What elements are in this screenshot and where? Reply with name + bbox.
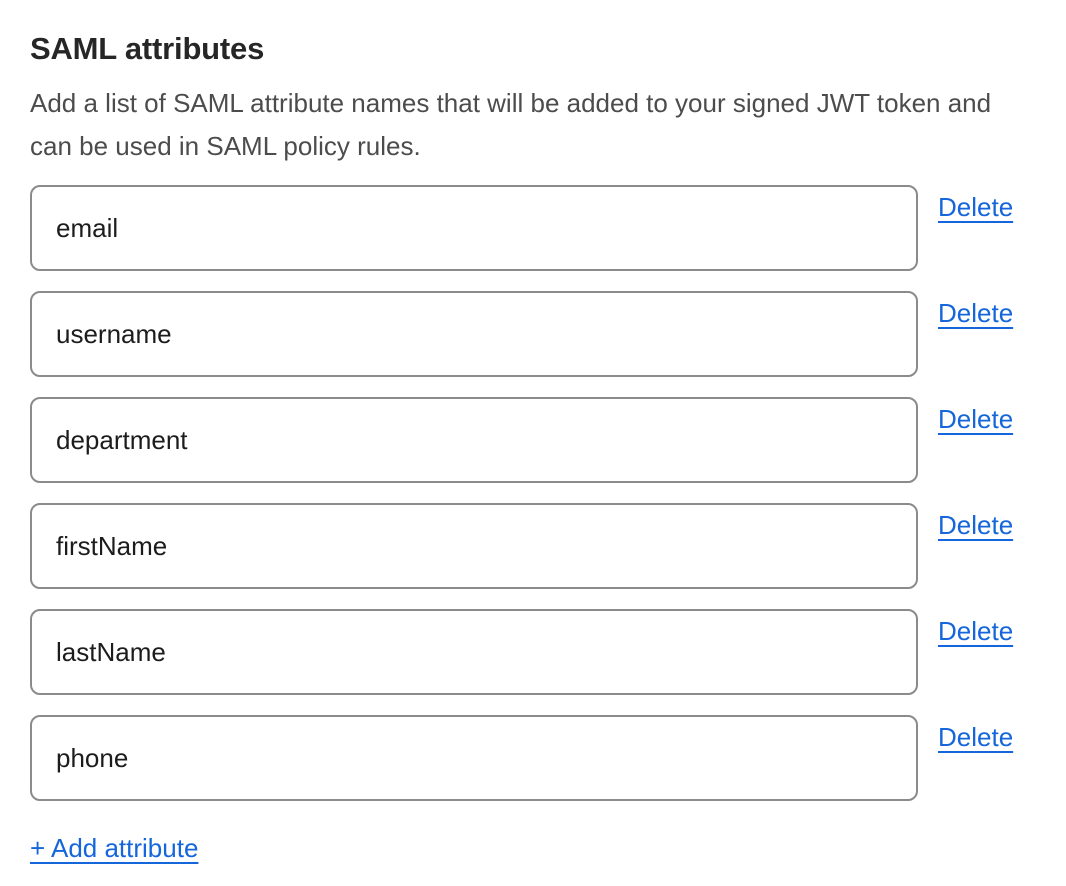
saml-attribute-row: Delete	[30, 397, 1022, 483]
saml-attribute-row: Delete	[30, 503, 1022, 589]
delete-attribute-link[interactable]: Delete	[938, 510, 1013, 540]
saml-attributes-section: SAML attributes Add a list of SAML attri…	[0, 0, 1066, 863]
add-attribute-link[interactable]: + Add attribute	[30, 833, 198, 863]
saml-attribute-row: Delete	[30, 715, 1022, 801]
delete-attribute-link[interactable]: Delete	[938, 298, 1013, 328]
saml-attribute-input[interactable]	[30, 397, 918, 483]
delete-attribute-link[interactable]: Delete	[938, 192, 1013, 222]
delete-attribute-link[interactable]: Delete	[938, 616, 1013, 646]
saml-attribute-input[interactable]	[30, 291, 918, 377]
saml-attribute-input[interactable]	[30, 503, 918, 589]
saml-attribute-input[interactable]	[30, 609, 918, 695]
section-description: Add a list of SAML attribute names that …	[30, 82, 1022, 168]
saml-attribute-row: Delete	[30, 291, 1022, 377]
delete-attribute-link[interactable]: Delete	[938, 404, 1013, 434]
saml-attribute-input[interactable]	[30, 185, 918, 271]
attribute-list: Delete Delete Delete Delete Delete Delet…	[30, 185, 1022, 801]
saml-attribute-input[interactable]	[30, 715, 918, 801]
saml-attribute-row: Delete	[30, 185, 1022, 271]
delete-attribute-link[interactable]: Delete	[938, 722, 1013, 752]
section-title: SAML attributes	[30, 30, 1022, 68]
saml-attribute-row: Delete	[30, 609, 1022, 695]
